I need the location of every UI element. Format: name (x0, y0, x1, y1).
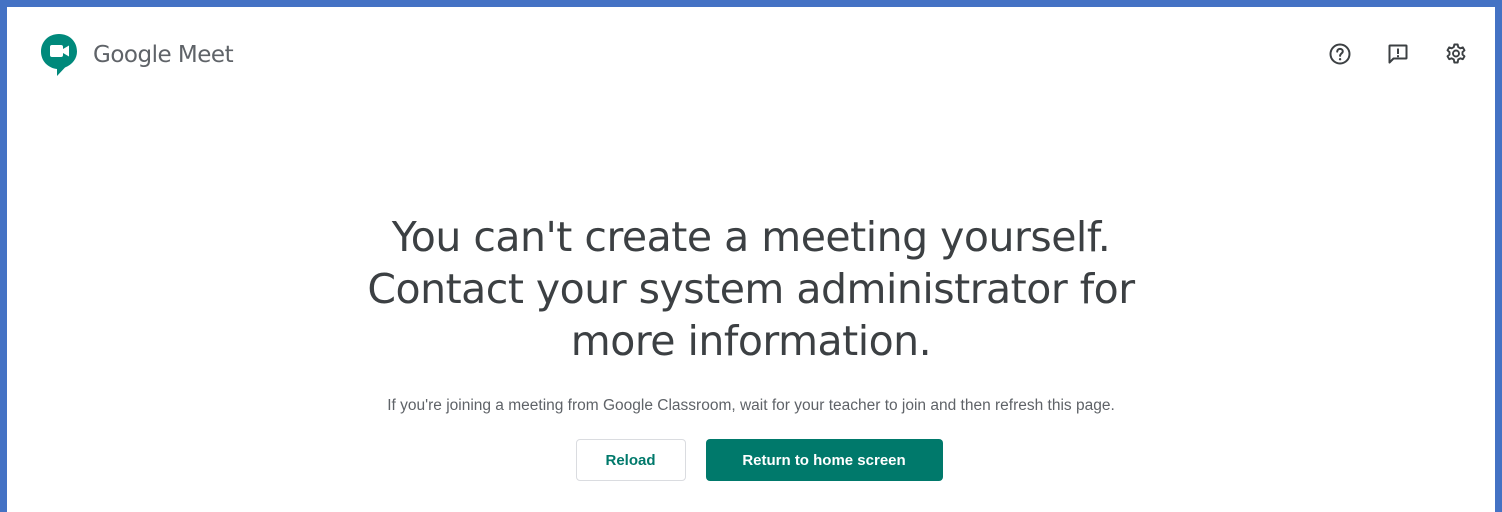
top-bar: Google Meet (7, 7, 1495, 103)
action-buttons: Reload Return to home screen (7, 439, 1495, 481)
brand-google-text: Google (93, 42, 172, 68)
error-message-panel: You can't create a meeting yourself. Con… (7, 211, 1495, 481)
headline-line-2: Contact your system administrator for (367, 265, 1135, 313)
brand[interactable]: Google Meet (39, 31, 234, 79)
help-icon (1329, 43, 1351, 65)
settings-icon (1446, 43, 1466, 64)
brand-name: Google Meet (93, 42, 234, 68)
return-to-home-button[interactable]: Return to home screen (705, 439, 943, 481)
feedback-button[interactable] (1381, 37, 1415, 71)
reload-button[interactable]: Reload (575, 439, 686, 481)
help-button[interactable] (1323, 37, 1357, 71)
headline-line-3: more information. (570, 317, 932, 365)
header-actions (1299, 37, 1473, 71)
google-meet-logo-icon (41, 34, 77, 76)
brand-meet-text: Meet (177, 42, 234, 68)
feedback-icon (1388, 44, 1408, 64)
app-window: Google Meet You can't create a meeting y… (0, 0, 1502, 512)
headline-line-1: You can't create a meeting yourself. (391, 213, 1111, 261)
error-headline: You can't create a meeting yourself. Con… (301, 211, 1201, 367)
classroom-hint-text: If you're joining a meeting from Google … (387, 397, 1115, 414)
settings-button[interactable] (1439, 37, 1473, 71)
